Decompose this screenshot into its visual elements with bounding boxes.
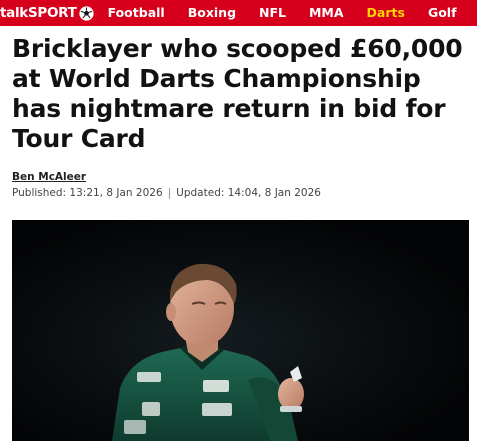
article-headline: Bricklayer who scooped £60,000 at World … xyxy=(12,34,463,153)
author-link[interactable]: Ben McAleer xyxy=(12,171,86,183)
nav-item-darts[interactable]: Darts xyxy=(367,0,405,26)
site-logo[interactable]: talkSPORT xyxy=(0,0,94,26)
hero-image xyxy=(12,220,469,441)
logo-text: talkSPORT xyxy=(0,5,77,21)
nav-item-boxing[interactable]: Boxing xyxy=(188,0,236,26)
top-nav-bar: talkSPORT Football Boxing NFL MMA Darts … xyxy=(0,0,477,26)
nav-item-football[interactable]: Football xyxy=(108,0,165,26)
nav-item-mma[interactable]: MMA xyxy=(309,0,344,26)
nav-item-golf[interactable]: Golf xyxy=(428,0,457,26)
published-time: Published: 13:21, 8 Jan 2026 xyxy=(12,187,163,199)
updated-time: Updated: 14:04, 8 Jan 2026 xyxy=(176,187,321,199)
article-timestamps: Published: 13:21, 8 Jan 2026 | Updated: 14… xyxy=(12,187,321,199)
darts-player-photo xyxy=(12,220,469,441)
timestamp-separator: | xyxy=(167,187,172,199)
football-icon xyxy=(78,5,94,21)
nav-item-nfl[interactable]: NFL xyxy=(259,0,286,26)
